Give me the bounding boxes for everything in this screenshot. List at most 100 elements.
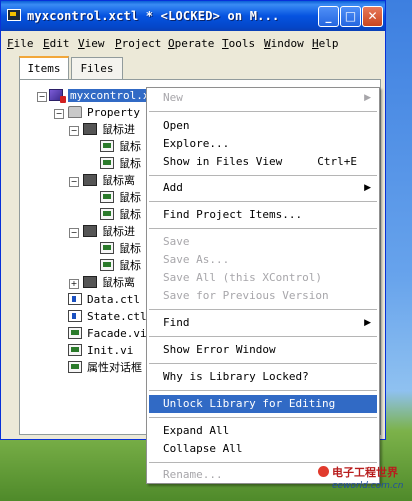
collapse-toggle-icon[interactable]: − <box>69 177 79 187</box>
group-icon <box>83 174 97 186</box>
menu-item-label: Expand All <box>163 424 230 437</box>
vi-icon <box>100 242 114 254</box>
menu-item-open[interactable]: Open <box>149 117 377 135</box>
vi-icon <box>100 259 114 271</box>
tree-item-vi[interactable]: 鼠标 <box>100 241 141 257</box>
menu-separator <box>149 309 377 310</box>
menu-separator <box>149 363 377 364</box>
tree-item-vi[interactable]: 属性对话框 <box>68 360 142 376</box>
menu-item-explore[interactable]: Explore... <box>149 135 377 153</box>
minimize-button[interactable]: _ <box>318 6 339 27</box>
vi-icon <box>68 361 82 373</box>
menu-separator <box>149 462 377 463</box>
tree-item-vi[interactable]: 鼠标 <box>100 258 141 274</box>
menu-tools[interactable]: Tools <box>222 37 255 50</box>
vi-icon <box>100 208 114 220</box>
maximize-button[interactable]: □ <box>340 6 361 27</box>
menu-bar: File Edit View Project Operate Tools Win… <box>1 32 385 54</box>
watermark-logo-icon <box>318 466 329 477</box>
menu-operate[interactable]: Operate <box>168 37 214 50</box>
vi-icon <box>68 327 82 339</box>
control-icon <box>68 293 82 305</box>
tree-item-ctl[interactable]: Data.ctl <box>68 292 140 308</box>
group-icon <box>83 276 97 288</box>
tree-item-property-folder[interactable]: Property <box>68 105 140 121</box>
menu-edit[interactable]: Edit <box>43 37 70 50</box>
watermark-title: 电子工程世界 <box>332 466 398 479</box>
tree-item-label: 鼠标 <box>119 140 141 153</box>
menu-item-label: Save As... <box>163 253 230 266</box>
close-button[interactable]: ✕ <box>362 6 383 27</box>
collapse-toggle-icon[interactable]: − <box>69 228 79 238</box>
menu-view[interactable]: View <box>78 37 105 50</box>
tree-item-group[interactable]: 鼠标离 <box>83 173 135 189</box>
locked-library-icon <box>49 89 66 103</box>
tree-item-label: State.ctl <box>87 310 147 323</box>
window-title: myxcontrol.xctl * <LOCKED> on M... <box>27 9 280 23</box>
vi-icon <box>100 191 114 203</box>
menu-item-label: Show in Files View <box>163 155 283 168</box>
tree-item-group[interactable]: 鼠标离 <box>83 275 135 291</box>
menu-item-save-as[interactable]: Save As... <box>149 251 377 269</box>
vi-icon <box>68 344 82 356</box>
tree-item-vi[interactable]: 鼠标 <box>100 156 141 172</box>
menu-item-save-all[interactable]: Save All (this XControl) <box>149 269 377 287</box>
tree-item-vi[interactable]: Facade.vi <box>68 326 147 342</box>
menu-item-new[interactable]: New ▶ <box>149 89 377 107</box>
tree-item-label: 鼠标离 <box>102 276 135 289</box>
menu-item-find-project-items[interactable]: Find Project Items... <box>149 206 377 224</box>
menu-item-add[interactable]: Add ▶ <box>149 179 377 197</box>
tree-item-vi[interactable]: 鼠标 <box>100 190 141 206</box>
tree-item-label: 属性对话框 <box>87 361 142 374</box>
menu-item-label: Open <box>163 119 190 132</box>
tree-item-ctl[interactable]: State.ctl <box>68 309 147 325</box>
expand-toggle-icon[interactable]: + <box>69 279 79 289</box>
menu-project[interactable]: Project <box>115 37 161 50</box>
menu-item-unlock-library[interactable]: Unlock Library for Editing <box>149 395 377 413</box>
collapse-toggle-icon[interactable]: − <box>69 126 79 136</box>
menu-window[interactable]: Window <box>264 37 304 50</box>
menu-separator <box>149 201 377 202</box>
submenu-arrow-icon: ▶ <box>364 93 371 103</box>
tree-item-vi[interactable]: 鼠标 <box>100 139 141 155</box>
menu-item-label: Find <box>163 316 190 329</box>
tree-item-label: Init.vi <box>87 344 134 357</box>
tree-item-group[interactable]: 鼠标进 <box>83 122 135 138</box>
tree-item-vi[interactable]: Init.vi <box>68 343 133 359</box>
menu-help[interactable]: Help <box>312 37 339 50</box>
tab-files[interactable]: Files <box>71 57 123 79</box>
title-bar[interactable]: myxcontrol.xctl * <LOCKED> on M... _ □ ✕ <box>1 1 385 31</box>
menu-item-label: Find Project Items... <box>163 208 303 221</box>
menu-item-label: Explore... <box>163 137 230 150</box>
tab-items[interactable]: Items <box>19 56 69 80</box>
menu-item-label: Show Error Window <box>163 343 276 356</box>
menu-separator <box>149 228 377 229</box>
menu-item-label: Collapse All <box>163 442 243 455</box>
menu-item-expand-all[interactable]: Expand All <box>149 422 377 440</box>
submenu-arrow-icon: ▶ <box>364 183 371 193</box>
tree-root-item[interactable]: myxcontrol.x <box>49 88 152 104</box>
tree-item-label: 鼠标进 <box>102 225 135 238</box>
context-menu: New ▶ Open Explore... Show in Files View C… <box>146 87 380 484</box>
menu-item-show-error-window[interactable]: Show Error Window <box>149 341 377 359</box>
tree-item-label: 鼠标 <box>119 157 141 170</box>
menu-separator <box>149 390 377 391</box>
menu-item-save[interactable]: Save <box>149 233 377 251</box>
tree-item-label: 鼠标离 <box>102 174 135 187</box>
tree-item-vi[interactable]: 鼠标 <box>100 207 141 223</box>
menu-item-label: Add <box>163 181 183 194</box>
menu-item-collapse-all[interactable]: Collapse All <box>149 440 377 458</box>
menu-separator <box>149 111 377 112</box>
menu-item-show-in-files-view[interactable]: Show in Files View Ctrl+E <box>149 153 377 171</box>
collapse-toggle-icon[interactable]: − <box>37 92 47 102</box>
menu-item-why-library-locked[interactable]: Why is Library Locked? <box>149 368 377 386</box>
menu-item-shortcut: Ctrl+E <box>317 155 357 168</box>
tree-item-label: myxcontrol.x <box>68 89 152 102</box>
menu-item-find[interactable]: Find ▶ <box>149 314 377 332</box>
collapse-toggle-icon[interactable]: − <box>54 109 64 119</box>
menu-item-label: Rename... <box>163 468 223 481</box>
menu-item-save-previous-version[interactable]: Save for Previous Version <box>149 287 377 305</box>
control-icon <box>68 310 82 322</box>
menu-file[interactable]: File <box>7 37 34 50</box>
tree-item-group[interactable]: 鼠标进 <box>83 224 135 240</box>
